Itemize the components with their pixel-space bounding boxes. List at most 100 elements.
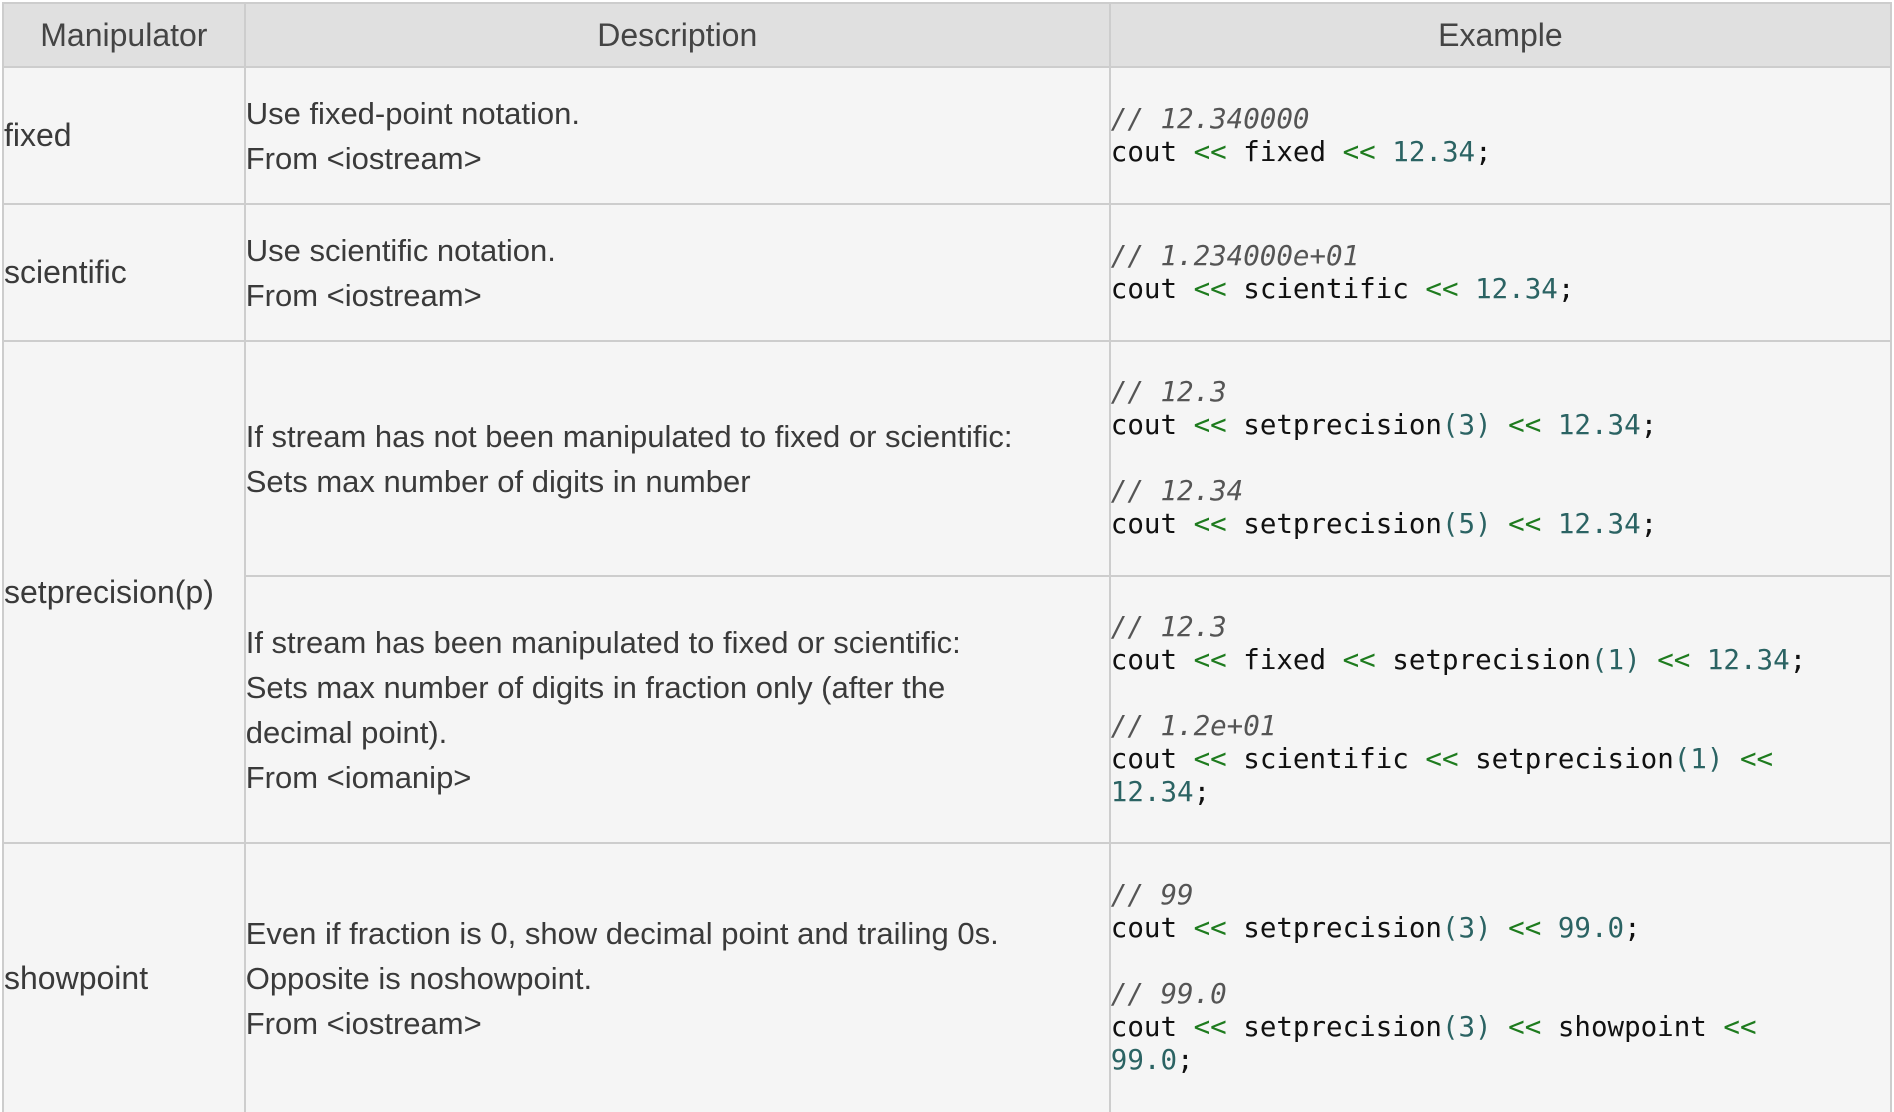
example-cell: // 99 cout << setprecision(3) << 99.0;// … (1108, 842, 1893, 1112)
table-row: showpoint Even if fraction is 0, show de… (2, 842, 1893, 1112)
code-number: 99.0 (1110, 1044, 1178, 1076)
code-token: cout (1110, 135, 1194, 168)
code-operator: << (1193, 912, 1227, 944)
code-token: cout (1110, 912, 1194, 944)
code-number: 12.34 (1375, 135, 1476, 168)
manipulator-name: scientific (2, 203, 246, 342)
code-token: setprecision (1226, 912, 1442, 944)
header-example: Example (1108, 2, 1893, 68)
code-operator: << (1342, 135, 1376, 168)
manipulator-name: fixed (2, 66, 246, 205)
code-operator: << (1193, 742, 1227, 775)
code-line: 99.0; (1111, 1044, 1890, 1077)
example-cell: // 12.340000 cout << fixed << 12.34; (1108, 66, 1893, 205)
header-row: Manipulator Description Example (2, 2, 1893, 68)
code-line: cout << scientific << 12.34; (1111, 273, 1890, 306)
code-line: cout << fixed << setprecision(1) << 12.3… (1111, 644, 1890, 677)
code-comment: // 12.34 (1110, 475, 1244, 507)
table-header: Manipulator Description Example (2, 2, 1893, 68)
code-comment: // 1.2e+01 (1110, 709, 1277, 742)
description-line: decimal point). (245, 714, 448, 750)
code-token: cout (1110, 508, 1194, 540)
code-operator: << (1491, 508, 1542, 540)
description-line: From <iostream> (245, 277, 482, 313)
code-operator: << (1491, 409, 1542, 441)
manipulators-table: Manipulator Description Example fixed Us… (2, 2, 1893, 1112)
code-snippet: // 99.0 cout << setprecision(3) << showpo… (1111, 978, 1890, 1077)
code-operator: << (1193, 272, 1227, 305)
code-token: fixed (1226, 643, 1343, 676)
code-number: (3) (1441, 1011, 1492, 1043)
code-token: scientific (1226, 272, 1426, 305)
code-token: fixed (1226, 135, 1343, 168)
code-number: (1) (1673, 742, 1724, 775)
page: Manipulator Description Example fixed Us… (0, 0, 1894, 1112)
code-number: 12.34 (1541, 508, 1641, 540)
example-cell: // 12.3 cout << setprecision(3) << 12.34;… (1108, 340, 1893, 577)
code-number: (3) (1441, 912, 1492, 944)
code-token: ; (1557, 272, 1575, 305)
code-token: setprecision (1375, 643, 1591, 676)
code-snippet: // 12.3 cout << fixed << setprecision(1) … (1111, 611, 1890, 677)
table-row: setprecision(p) If stream has not been m… (2, 340, 1893, 844)
code-token: cout (1110, 409, 1194, 441)
code-number: 99.0 (1541, 912, 1625, 944)
code-number: (1) (1590, 643, 1641, 676)
code-operator: << (1640, 643, 1691, 676)
code-operator: << (1193, 409, 1227, 441)
code-comment: // 99 (1110, 879, 1194, 911)
description-line: From <iomanip> (245, 759, 472, 795)
code-number: (5) (1441, 508, 1492, 540)
code-snippet: // 12.34 cout << setprecision(5) << 12.34… (1111, 475, 1890, 541)
example-cell: // 12.3 cout << fixed << setprecision(1) … (1108, 575, 1893, 844)
description-cell: Use fixed-point notation. From <iostream> (243, 66, 1111, 205)
code-snippet: // 1.2e+01 cout << scientific << setpreci… (1111, 710, 1890, 809)
code-number: 12.34 (1541, 409, 1641, 441)
header-manipulator: Manipulator (2, 2, 246, 68)
code-token: setprecision (1458, 742, 1674, 775)
code-token: ; (1177, 1044, 1194, 1076)
code-token: ; (1640, 508, 1658, 540)
code-token: ; (1193, 775, 1211, 808)
code-line: cout << setprecision(3) << 12.34; (1111, 409, 1890, 442)
code-token: setprecision (1226, 508, 1442, 540)
description-line: Use fixed-point notation. (245, 95, 581, 131)
manipulator-name: setprecision(p) (2, 340, 246, 844)
manipulator-name: showpoint (2, 842, 246, 1112)
code-token: ; (1624, 912, 1641, 944)
code-token: ; (1475, 135, 1492, 168)
description-line: If stream has been manipulated to fixed … (245, 624, 961, 660)
code-snippet: // 99 cout << setprecision(3) << 99.0; (1111, 879, 1890, 945)
code-token: setprecision (1226, 1011, 1442, 1043)
code-token: cout (1110, 1011, 1194, 1043)
code-token: scientific (1226, 742, 1426, 775)
description-line: Sets max number of digits in number (245, 463, 751, 499)
header-description: Description (243, 2, 1111, 68)
code-token: ; (1640, 409, 1658, 441)
example-cell: // 1.234000e+01 cout << scientific << 12.… (1108, 203, 1893, 342)
description-line: Use scientific notation. (245, 232, 556, 268)
code-snippet: // 12.340000 cout << fixed << 12.34; (1111, 103, 1890, 169)
description-line: Opposite is noshowpoint. (245, 960, 593, 996)
code-operator: << (1723, 1011, 1757, 1043)
code-token: setprecision (1226, 409, 1442, 441)
table-row: scientific Use scientific notation. From … (2, 203, 1893, 342)
code-operator: << (1425, 742, 1459, 775)
table-row: If stream has been manipulated to fixed … (3, 575, 1893, 844)
code-number: 12.34 (1458, 272, 1558, 305)
code-operator: << (1193, 1011, 1227, 1043)
code-line: cout << setprecision(3) << showpoint << (1111, 1011, 1890, 1044)
code-line: cout << setprecision(3) << 99.0; (1111, 912, 1890, 945)
table-row: fixed Use fixed-point notation. From <ios… (2, 66, 1893, 205)
code-number: 12.34 (1690, 643, 1790, 676)
code-token: cout (1110, 742, 1194, 775)
code-snippet: // 12.3 cout << setprecision(3) << 12.34; (1111, 376, 1890, 442)
code-operator: << (1193, 643, 1227, 676)
description-line: From <iostream> (245, 1005, 482, 1041)
description-cell: If stream has been manipulated to fixed … (243, 575, 1111, 844)
description-line: If stream has not been manipulated to fi… (245, 418, 1013, 454)
description-line: From <iostream> (245, 140, 482, 176)
code-comment: // 99.0 (1110, 978, 1227, 1010)
code-line: cout << setprecision(5) << 12.34; (1111, 508, 1890, 541)
code-comment: // 1.234000e+01 (1110, 239, 1360, 272)
